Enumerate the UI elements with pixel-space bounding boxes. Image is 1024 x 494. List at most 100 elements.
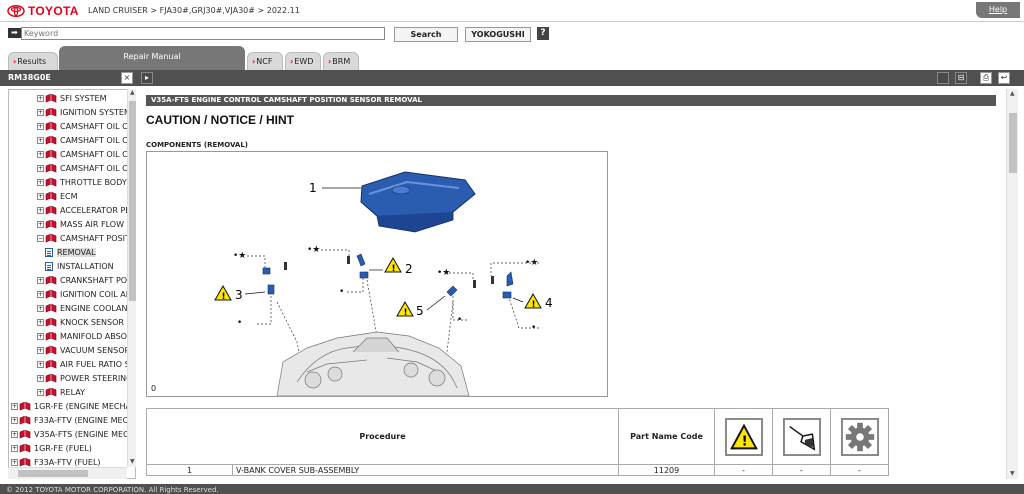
tree-item[interactable]: + THROTTLE BODY [37,176,127,190]
tree-item[interactable]: + F33A-FTV (ENGINE MECHANICAL) [11,414,135,428]
scroll-up-icon[interactable]: ▲ [1010,90,1015,97]
components-figure[interactable]: 1 •★ •★ •★ •★ • • • • ! 2 ! 3 ! 5 ! 4 0 [146,151,608,397]
tree-item[interactable]: + AIR FUEL RATIO SENSOR [37,358,135,372]
tree-item[interactable]: + RELAY [37,386,85,400]
tab-ncf[interactable]: ›NCF [247,52,283,70]
tree-item[interactable]: + SFI SYSTEM [37,92,106,106]
tree-item-label: KNOCK SENSOR [60,318,124,327]
expand-icon[interactable]: + [37,305,44,312]
tree-item[interactable]: + KNOCK SENSOR [37,316,124,330]
tree-item-label: VACUUM SENSOR [60,346,131,355]
book-icon [45,374,57,383]
expand-icon[interactable]: + [37,151,44,158]
expand-icon[interactable]: + [37,389,44,396]
svg-text:2: 2 [405,262,413,276]
tree-item-label: CAMSHAFT OIL CONTROL VALVE [60,136,135,145]
tree-item[interactable]: +1GR-FE (ENGINE MECHANICAL) [11,400,135,414]
help-link[interactable]: Help [976,2,1020,18]
yokogushi-button[interactable]: YOKOGUSHI [465,27,531,42]
tree-item[interactable]: + ECM [37,190,78,204]
collapse-icon[interactable]: − [37,235,44,242]
tree-horizontal-scrollbar[interactable] [8,467,127,479]
tree-item[interactable]: + IGNITION COIL AND SPARK PLUG [37,288,135,302]
tree-item[interactable]: + ENGINE COOLANT TEMPERATURE [37,302,135,316]
tab-ewd[interactable]: ›EWD [285,52,321,70]
chevron-right-icon: › [328,57,332,66]
expand-icon[interactable]: + [37,375,44,382]
expand-icon[interactable]: + [37,165,44,172]
scroll-up-icon[interactable]: ▲ [130,89,135,96]
tree-item[interactable]: REMOVAL [45,246,96,260]
brand-name: TOYOTA [28,4,79,18]
tree-item[interactable]: + POWER STEERING [37,372,132,386]
tree-item[interactable]: + CAMSHAFT OIL CONTROL VALVE [37,134,135,148]
content-scroll-thumb[interactable] [1009,113,1017,173]
keyword-input[interactable] [21,27,385,40]
page-title: CAUTION / NOTICE / HINT [146,113,294,127]
expand-icon[interactable]: + [37,361,44,368]
components-label: COMPONENTS (REMOVAL) [146,141,249,149]
tab-repair-manual[interactable]: Repair Manual [59,46,245,70]
procedure-cell[interactable]: V-BANK COVER SUB-ASSEMBLY [232,464,619,476]
blank-tool-button[interactable] [937,72,949,84]
tree-item-label: THROTTLE BODY [60,178,127,187]
expand-icon[interactable]: + [37,221,44,228]
tree-item[interactable]: INSTALLATION [45,260,114,274]
part-name-code-header: Part Name Code [618,408,715,465]
content-vertical-scrollbar[interactable]: ▲ ▼ [1006,89,1018,479]
expand-icon[interactable]: + [37,291,44,298]
tree-vertical-scrollbar[interactable]: ▲ ▼ [127,89,136,467]
scroll-down-icon[interactable]: ▼ [1010,470,1015,477]
tree-item[interactable]: + CAMSHAFT OIL CONTROL VALVE [37,120,135,134]
tree-item[interactable]: + V35A-FTS (ENGINE MECHANICAL) [11,428,135,442]
close-tree-button[interactable]: × [121,72,133,84]
expand-icon[interactable]: + [37,123,44,130]
tree-item[interactable]: + IGNITION SYSTEM [37,106,131,120]
tab-results[interactable]: ›Results [8,52,58,70]
expand-icon[interactable]: + [11,431,18,438]
expand-icon[interactable]: + [37,179,44,186]
svg-text:•★: •★ [525,258,538,268]
question-icon[interactable]: ? [537,27,549,40]
book-icon [45,346,57,355]
tree-item[interactable]: +1GR-FE (FUEL) [11,442,92,456]
procedure-header: Procedure [146,408,619,465]
tree-item[interactable]: + MASS AIR FLOW METER [37,218,135,232]
scroll-down-icon[interactable]: ▼ [130,458,135,465]
tree-item[interactable]: + CAMSHAFT OIL CONTROL VALVE [37,148,135,162]
search-button[interactable]: Search [394,27,458,42]
expand-icon[interactable]: + [37,193,44,200]
expand-icon[interactable]: + [37,347,44,354]
expand-button[interactable]: ▸ [141,72,153,84]
tree-item[interactable]: + CRANKSHAFT POSITION SENSOR [37,274,135,288]
expand-icon[interactable]: + [37,319,44,326]
book-icon [45,136,57,145]
tree-item[interactable]: + ACCELERATOR PEDAL [37,204,135,218]
tab-brm[interactable]: ›BRM [323,52,359,70]
expand-icon[interactable]: + [11,417,18,424]
window-icon[interactable]: ⊟ [955,72,967,84]
tree-item[interactable]: + CAMSHAFT OIL CONTROL VALVE [37,162,135,176]
expand-icon[interactable]: + [37,109,44,116]
tree-item[interactable]: + MANIFOLD ABSOLUTE PRESSURE [37,330,135,344]
expand-icon[interactable]: + [37,137,44,144]
app-header: TOYOTA LAND CRUISER > FJA30#,GRJ30#,VJA3… [0,0,1024,22]
tree-scroll-thumb[interactable] [129,101,136,301]
expand-icon[interactable]: + [37,277,44,284]
tree-item[interactable]: + VACUUM SENSOR [37,344,130,358]
breadcrumb[interactable]: LAND CRUISER > FJA30#,GRJ30#,VJA30# > 20… [88,6,300,15]
expand-icon[interactable]: + [37,333,44,340]
expand-icon[interactable]: + [37,207,44,214]
tree-item[interactable]: − CAMSHAFT POSITION SENSOR [37,232,135,246]
tree-hscroll-thumb[interactable] [18,470,88,477]
expand-icon[interactable]: + [11,445,18,452]
back-icon[interactable]: ↩ [998,72,1010,84]
tree-item-label: F33A-FTV (FUEL) [34,458,101,467]
expand-icon[interactable]: + [11,459,18,466]
print-icon[interactable]: ⎙ [980,72,992,84]
expand-icon[interactable]: + [37,95,44,102]
tree-item-label: INSTALLATION [57,262,114,271]
warning-callout-2: ! 2 [384,256,413,276]
expand-icon[interactable]: + [11,403,18,410]
book-icon [45,206,57,215]
